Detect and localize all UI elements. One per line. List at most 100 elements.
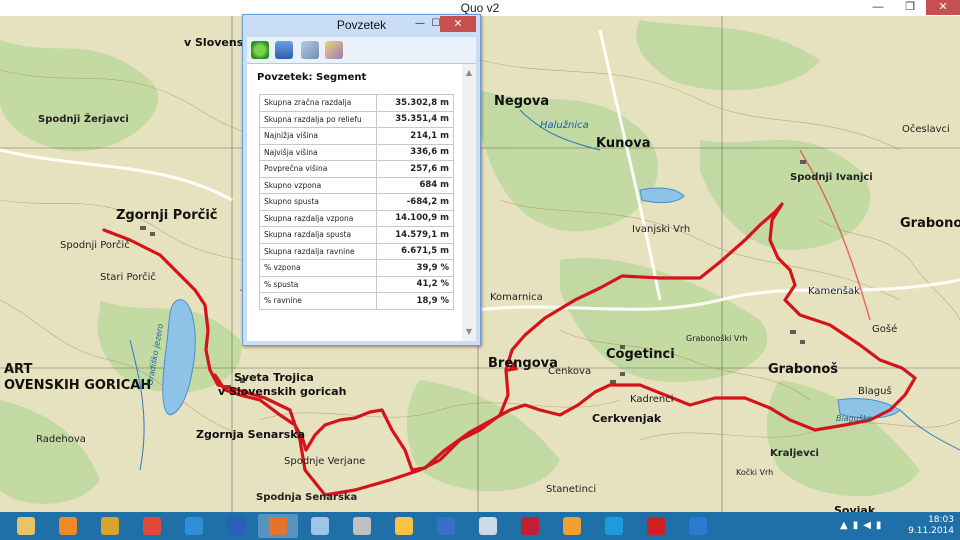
summary-row: Skupna razdalja vzpona 14.100,9 m	[259, 209, 454, 227]
dialog-close-button[interactable]: ✕	[440, 16, 476, 32]
taskbar-app-button[interactable]	[678, 514, 718, 538]
summary-value: 14.579,1 m	[376, 226, 454, 244]
map-label-zgornja-senarska: Zgornja Senarska	[196, 428, 306, 441]
map-label-v-slov-goricah: v Slovenskih goricah	[218, 385, 347, 398]
summary-label: Skupna razdalja ravnine	[259, 242, 377, 260]
summary-row: Skupna razdalja po reliefu 35.351,4 m	[259, 110, 454, 128]
map-label-spodnji-porcic: Spodnji Porčič	[60, 240, 130, 251]
network-icon	[437, 517, 455, 535]
close-button[interactable]: ✕	[926, 0, 960, 15]
clock[interactable]: 18:03 9.11.2014	[908, 515, 954, 537]
dialog-minimize-button[interactable]: —	[413, 17, 427, 31]
winamp-icon	[101, 517, 119, 535]
summary-row: Skupno vzpona 684 m	[259, 176, 454, 194]
summary-label: Povprečna višina	[259, 160, 377, 178]
taskbar-app-button[interactable]	[300, 514, 340, 538]
summary-value: 214,1 m	[376, 127, 454, 145]
paint-icon	[563, 517, 581, 535]
map-label-cogetinci: Cogetinci	[606, 347, 675, 362]
summary-label: Skupno vzpona	[259, 176, 377, 194]
dialog-toolbar	[247, 37, 476, 64]
taskbar-app-button[interactable]	[384, 514, 424, 538]
internet-explorer-icon	[185, 517, 203, 535]
taskbar-app-button[interactable]	[594, 514, 634, 538]
summary-value: 6.671,5 m	[376, 242, 454, 260]
summary-row: Skupno spusta -684,2 m	[259, 193, 454, 211]
dialog-content: Povzetek: Segment Skupna zračna razdalja…	[247, 64, 476, 341]
restore-button[interactable]: ❐	[896, 0, 924, 15]
bug-icon	[521, 517, 539, 535]
summary-label: Skupna zračna razdalja	[259, 94, 377, 112]
clock-time: 18:03	[928, 515, 954, 525]
map-label-blagus: Blaguš	[858, 386, 892, 397]
taskbar-app-button[interactable]	[6, 514, 46, 538]
google-earth-icon	[689, 517, 707, 535]
map-label-kunova: Kunova	[596, 136, 651, 151]
taskbar-app-button[interactable]	[90, 514, 130, 538]
summary-row: % spusta 41,2 %	[259, 275, 454, 293]
summary-row: % vzpona 39,9 %	[259, 259, 454, 277]
drive-icon	[395, 517, 413, 535]
summary-heading: Povzetek: Segment	[257, 72, 367, 83]
settings-icon[interactable]	[325, 41, 343, 59]
scroll-down-icon[interactable]: ▼	[464, 327, 474, 337]
scroll-up-icon[interactable]: ▲	[464, 68, 474, 78]
summary-dialog[interactable]: Povzetek — ☐ ✕ Povzetek: Segment Skupna …	[242, 14, 481, 346]
summary-value: 35.302,8 m	[376, 94, 454, 112]
taskbar-app-button[interactable]	[636, 514, 676, 538]
taskbar-app-button[interactable]	[552, 514, 592, 538]
map-label-spodnji-ivanjci: Spodnji Ivanjci	[790, 172, 873, 183]
map-label-v-slovensk: v Slovensk	[184, 36, 251, 49]
image-icon	[479, 517, 497, 535]
map-label-art: ART	[4, 362, 33, 377]
summary-value: 336,6 m	[376, 143, 454, 161]
taskbar-app-button[interactable]	[48, 514, 88, 538]
map-label-kamensak: Kamenšak	[808, 286, 860, 297]
summary-value: 684 m	[376, 176, 454, 194]
taskbar-app-button[interactable]	[342, 514, 382, 538]
taskbar-app-button[interactable]	[426, 514, 466, 538]
map-label-spodnja-senarska: Spodnja Senarska	[256, 492, 358, 503]
summary-table: Skupna zračna razdalja 35.302,8 m Skupna r…	[259, 94, 454, 310]
summary-label: % spusta	[259, 275, 377, 293]
taskbar-app-button[interactable]	[216, 514, 256, 538]
taskbar-app-button[interactable]	[468, 514, 508, 538]
map-label-komarnica: Komarnica	[490, 292, 543, 303]
map-label-halunica: Halužnica	[540, 120, 589, 131]
summary-label: Skupna razdalja po reliefu	[259, 110, 377, 128]
taskbar-app-button[interactable]	[510, 514, 550, 538]
map-label-blagusko: Blaguško	[836, 414, 873, 423]
system-tray-icons[interactable]: ▲▮◀▮	[840, 520, 886, 531]
summary-label: Najvišja višina	[259, 143, 377, 161]
map-label-kraljevci: Kraljevci	[770, 448, 819, 459]
taskbar-app-button[interactable]	[258, 514, 298, 538]
map-label-zgornji-porcic: Zgornji Porčič	[116, 208, 218, 223]
skype-icon	[605, 517, 623, 535]
minimize-button[interactable]: —	[864, 0, 892, 15]
map-label-cenkova: Cenkova	[548, 366, 592, 377]
taskbar-app-button[interactable]	[132, 514, 172, 538]
summary-row: Povprečna višina 257,6 m	[259, 160, 454, 178]
summary-label: % ravnine	[259, 292, 377, 310]
acrobat-icon	[647, 517, 665, 535]
map-label-sovjak: Sovjak	[834, 504, 876, 512]
map-label-radehova: Radehova	[36, 434, 86, 445]
map-label-kadrenci: Kadrenci	[630, 394, 674, 405]
map-label-grabonoski-vrh: Grabonoški Vrh	[686, 334, 748, 343]
quo-icon	[269, 517, 287, 535]
summary-row: Najnižja višina 214,1 m	[259, 127, 454, 145]
summary-value: 14.100,9 m	[376, 209, 454, 227]
summary-label: % vzpona	[259, 259, 377, 277]
map-label-grabonos: Grabonoš	[768, 362, 839, 377]
summary-row: Skupna razdalja spusta 14.579,1 m	[259, 226, 454, 244]
app-title: Quo v2	[460, 1, 500, 15]
summary-value: -684,2 m	[376, 193, 454, 211]
dialog-scrollbar[interactable]: ▲ ▼	[462, 64, 476, 341]
summary-row: Najvišja višina 336,6 m	[259, 143, 454, 161]
summary-label: Skupno spusta	[259, 193, 377, 211]
tablet-icon	[311, 517, 329, 535]
save-icon[interactable]	[275, 41, 293, 59]
taskbar-app-button[interactable]	[174, 514, 214, 538]
export-icon[interactable]	[301, 41, 319, 59]
refresh-icon[interactable]	[251, 41, 269, 59]
